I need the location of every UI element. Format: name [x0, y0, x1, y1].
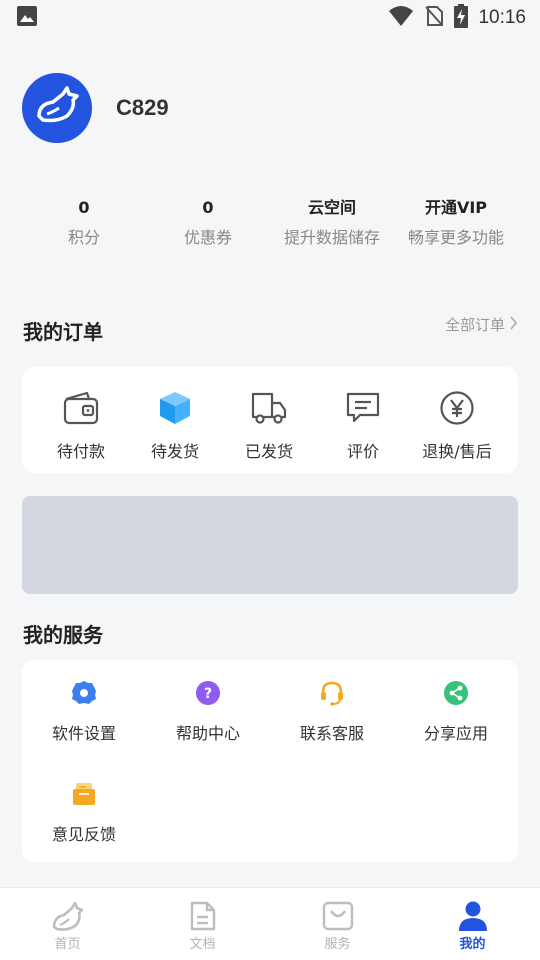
stat-label: 畅享更多功能 — [407, 228, 504, 247]
banner[interactable] — [22, 496, 518, 594]
share-icon — [443, 680, 469, 706]
order-label: 退换/售后 — [422, 442, 492, 461]
help-icon: ? — [195, 680, 221, 706]
service-feedback[interactable]: 意见反馈 — [22, 781, 146, 845]
home-horse-icon — [51, 900, 85, 932]
horse-logo-icon — [33, 86, 81, 130]
stat-coupons[interactable]: 0 优惠券 — [146, 196, 270, 248]
stat-label: 积分 — [67, 228, 100, 247]
chevron-right-icon — [509, 315, 518, 334]
tab-label: 我的 — [459, 937, 486, 952]
settings-icon — [71, 680, 97, 706]
package-icon — [156, 389, 194, 427]
order-label: 待发货 — [150, 442, 199, 461]
service-share-app[interactable]: 分享应用 — [394, 680, 518, 744]
wallet-icon — [62, 389, 100, 427]
service-help-center[interactable]: ? 帮助中心 — [146, 680, 270, 744]
order-after-sales[interactable]: 退换/售后 — [410, 367, 504, 473]
stat-label: 提升数据储存 — [283, 228, 380, 247]
yen-icon — [438, 389, 476, 427]
services-card: 软件设置 ? 帮助中心 联系客服 分享应用 意见反馈 — [22, 660, 518, 862]
svg-text:?: ? — [204, 686, 212, 702]
stats-row: 0 积分 0 优惠券 云空间 提升数据储存 开通VIP 畅享更多功能 — [22, 196, 518, 248]
avatar[interactable] — [22, 73, 92, 143]
order-label: 已发货 — [244, 442, 293, 461]
comment-icon — [344, 389, 382, 427]
wifi-icon — [388, 5, 414, 31]
headset-icon — [319, 680, 345, 706]
service-label: 意见反馈 — [51, 825, 116, 844]
stat-value: 0 — [78, 198, 90, 217]
profile-header[interactable]: C829 — [22, 73, 169, 143]
tab-mine[interactable]: 我的 — [405, 888, 540, 960]
all-orders-link[interactable]: 全部订单 — [445, 314, 518, 335]
order-shipped[interactable]: 已发货 — [222, 367, 316, 473]
services-title: 我的服务 — [23, 623, 103, 647]
feedback-icon — [71, 781, 97, 807]
stat-label: 优惠券 — [183, 228, 232, 247]
tab-label: 服务 — [324, 937, 351, 952]
clock: 10:16 — [478, 7, 526, 28]
service-settings[interactable]: 软件设置 — [22, 680, 146, 744]
no-sim-icon — [424, 5, 444, 31]
bag-icon — [321, 900, 355, 932]
truck-icon — [250, 389, 288, 427]
tab-services[interactable]: 服务 — [270, 888, 405, 960]
tab-home[interactable]: 首页 — [0, 888, 135, 960]
stat-value: 0 — [202, 198, 214, 217]
document-icon — [186, 900, 220, 932]
order-label: 评价 — [346, 442, 379, 461]
service-label: 帮助中心 — [175, 724, 240, 743]
stat-cloud-space[interactable]: 云空间 提升数据储存 — [270, 196, 394, 248]
service-contact-support[interactable]: 联系客服 — [270, 680, 394, 744]
bottom-tab-bar: 首页 文档 服务 我的 — [0, 887, 540, 960]
tab-label: 文档 — [189, 937, 216, 952]
tab-label: 首页 — [54, 937, 81, 952]
stat-points[interactable]: 0 积分 — [22, 196, 146, 248]
user-icon — [456, 900, 490, 932]
orders-card: 待付款 待发货 已发货 评价 退换/售后 — [22, 367, 518, 473]
service-label: 分享应用 — [423, 724, 488, 743]
image-icon — [16, 5, 38, 31]
order-label: 待付款 — [56, 442, 105, 461]
status-bar: 10:16 — [0, 0, 540, 36]
orders-title: 我的订单 — [23, 320, 103, 344]
username: C829 — [116, 95, 169, 120]
all-orders-label: 全部订单 — [444, 316, 505, 334]
stat-vip[interactable]: 开通VIP 畅享更多功能 — [394, 196, 518, 248]
service-label: 联系客服 — [299, 724, 364, 743]
tab-documents[interactable]: 文档 — [135, 888, 270, 960]
order-review[interactable]: 评价 — [316, 367, 410, 473]
order-pending-shipment[interactable]: 待发货 — [128, 367, 222, 473]
stat-value: 云空间 — [307, 198, 356, 217]
stat-value: 开通VIP — [424, 198, 488, 217]
order-pending-payment[interactable]: 待付款 — [34, 367, 128, 473]
service-label: 软件设置 — [51, 724, 116, 743]
battery-charging-icon — [454, 4, 469, 32]
